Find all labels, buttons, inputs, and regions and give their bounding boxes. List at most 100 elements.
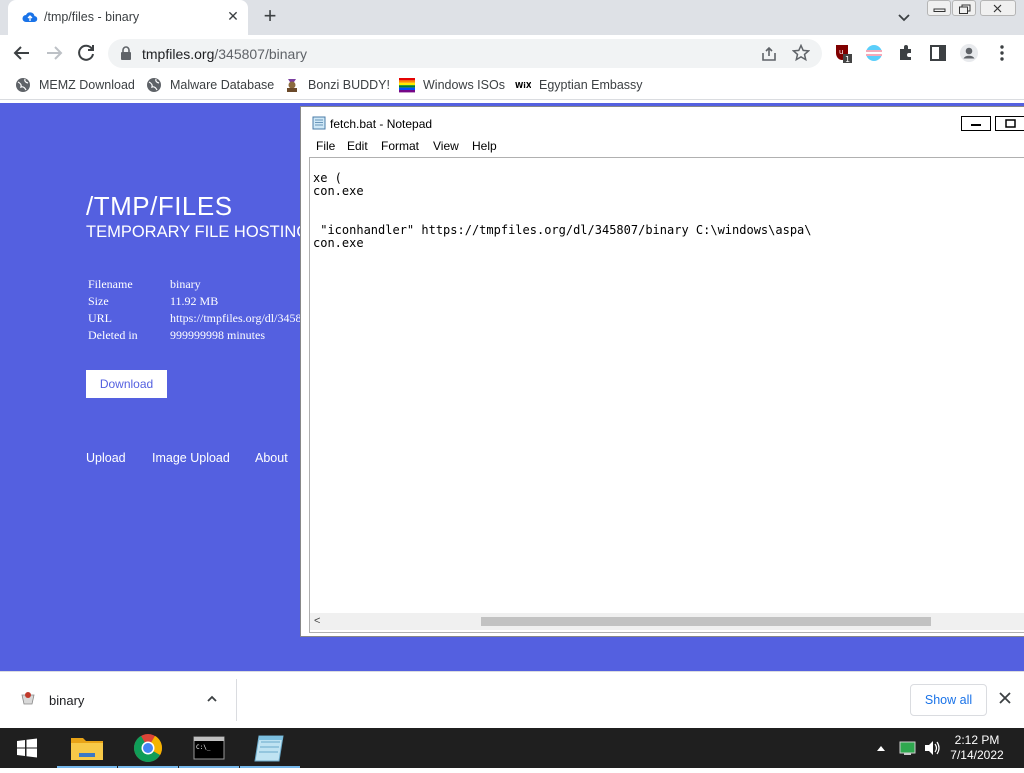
bonzi-icon (287, 79, 297, 92)
show-all-button[interactable]: Show all (910, 684, 987, 716)
site-subtitle: TEMPORARY FILE HOSTING (86, 223, 310, 241)
close-window-button[interactable] (980, 0, 1016, 16)
command-prompt-icon: C:\_ (193, 736, 225, 760)
bookmark-star-icon[interactable] (792, 44, 810, 62)
taskbar-chrome[interactable] (118, 728, 178, 768)
address-bar[interactable]: tmpfiles.org/345807/binary (108, 39, 822, 68)
clock-time: 2:12 PM (954, 733, 1000, 747)
info-value: 11.92 MB (170, 294, 219, 308)
bookmark-malware-database[interactable]: Malware Database (146, 76, 274, 94)
volume-icon[interactable] (922, 728, 942, 768)
windows-start-icon (17, 738, 37, 758)
downloaded-file-icon (21, 692, 35, 705)
bookmark-label: Malware Database (170, 78, 275, 92)
clock-date: 7/14/2022 (950, 748, 1004, 762)
menu-edit[interactable]: Edit (347, 139, 368, 153)
side-panel-icon[interactable] (928, 43, 948, 63)
bookmark-bonzi-buddy[interactable]: Bonzi BUDDY! (284, 76, 390, 94)
info-key: Size (88, 294, 109, 308)
info-value: 999999998 minutes (170, 328, 265, 342)
site-title: /TMP/FILES (86, 191, 233, 221)
notepad-app-icon (312, 116, 326, 130)
tab-strip: /tmp/files - binary ✕ + (0, 0, 1024, 35)
svg-text:u: u (839, 48, 843, 56)
ublock-shield-icon[interactable]: u 1 (833, 43, 853, 63)
address-url[interactable]: tmpfiles.org/345807/binary (142, 46, 307, 62)
close-shelf-icon[interactable] (998, 691, 1012, 705)
download-shelf: binary Show all (0, 671, 1024, 728)
url-path: /345807/binary (214, 46, 307, 62)
menu-file[interactable]: File (316, 139, 335, 153)
minimize-window-button[interactable] (927, 0, 951, 16)
lock-icon[interactable] (120, 46, 132, 60)
reload-icon[interactable] (74, 41, 98, 65)
chrome-menu-icon[interactable] (992, 43, 1012, 63)
notepad-maximize-button[interactable] (995, 116, 1024, 131)
scroll-left-arrow-icon[interactable]: < (314, 615, 320, 627)
tmpfiles-favicon-icon (22, 12, 38, 23)
back-arrow-icon[interactable] (10, 41, 34, 65)
taskbar-file-explorer[interactable] (57, 728, 117, 768)
extension-badge: 1 (845, 55, 850, 63)
info-key: Filename (88, 277, 133, 291)
upload-link[interactable]: Upload (86, 451, 126, 465)
menu-view[interactable]: View (433, 139, 459, 153)
browser-toolbar: tmpfiles.org/345807/binary u 1 (0, 35, 1024, 70)
notepad-icon (254, 735, 284, 762)
info-key: Deleted in (88, 328, 138, 342)
svg-text:WiX: WiX (515, 81, 531, 90)
file-explorer-icon (71, 738, 103, 760)
chrome-icon (134, 734, 162, 762)
download-button[interactable]: Download (86, 370, 167, 398)
bookmark-memz-download[interactable]: MEMZ Download (15, 76, 135, 94)
notepad-text-area[interactable]: xe ( con.exe "iconhandler" https://tmpfi… (309, 157, 1024, 633)
menu-format[interactable]: Format (381, 139, 419, 153)
menu-help[interactable]: Help (472, 139, 497, 153)
restore-window-button[interactable] (952, 0, 976, 16)
tab-title: /tmp/files - binary (44, 10, 140, 24)
scrollbar-thumb[interactable] (481, 617, 931, 626)
horizontal-scrollbar[interactable]: < (310, 613, 1024, 630)
extensions-puzzle-icon[interactable] (896, 43, 916, 63)
show-hidden-icons-icon[interactable] (874, 728, 888, 768)
url-host: tmpfiles.org (142, 46, 215, 62)
maximize-icon (1005, 119, 1016, 128)
windows-taskbar: C:\_ 2:12 PM 7/14/2022 (0, 728, 1024, 768)
network-icon[interactable] (898, 728, 918, 768)
trans-flag-extension-icon[interactable] (864, 43, 884, 63)
system-clock[interactable]: 2:12 PM 7/14/2022 (942, 733, 1012, 763)
notepad-menu-bar: File Edit Format View Help (301, 137, 1024, 157)
new-tab-button[interactable]: + (258, 5, 282, 29)
shelf-divider (236, 679, 237, 721)
bookmark-label: Egyptian Embassy (539, 78, 643, 92)
notepad-minimize-button[interactable] (961, 116, 991, 131)
forward-arrow-icon[interactable] (42, 41, 66, 65)
profile-avatar-icon[interactable] (959, 43, 979, 63)
notepad-titlebar[interactable]: fetch.bat - Notepad (301, 107, 1024, 137)
start-button[interactable] (0, 728, 54, 768)
svg-text:C:\_: C:\_ (196, 744, 211, 751)
info-key: URL (88, 311, 112, 325)
close-icon (993, 4, 1002, 13)
browser-tab[interactable]: /tmp/files - binary ✕ (8, 0, 248, 35)
wix-icon: WiX (515, 81, 531, 90)
notepad-content[interactable]: xe ( con.exe "iconhandler" https://tmpfi… (313, 172, 812, 250)
bookmark-windows-isos[interactable]: Windows ISOs (399, 76, 505, 94)
bookmark-label: Bonzi BUDDY! (308, 78, 390, 92)
notepad-window: fetch.bat - Notepad File Edit Format Vie… (300, 106, 1024, 637)
notepad-title: fetch.bat - Notepad (330, 117, 433, 131)
taskbar-command-prompt[interactable]: C:\_ (179, 728, 239, 768)
tab-search-chevron-icon[interactable] (892, 8, 916, 28)
bookmark-label: Windows ISOs (423, 78, 505, 92)
downloaded-file-name[interactable]: binary (49, 693, 84, 708)
taskbar-notepad[interactable] (240, 728, 300, 768)
about-link[interactable]: About (255, 451, 288, 465)
bookmark-label: MEMZ Download (39, 78, 135, 92)
share-icon[interactable] (760, 45, 778, 63)
minimize-icon (933, 8, 946, 12)
bookmark-egyptian-embassy[interactable]: WiX Egyptian Embassy (515, 76, 643, 94)
tab-close-icon[interactable]: ✕ (224, 7, 242, 25)
chevron-up-icon[interactable] (205, 692, 219, 706)
info-value: binary (170, 277, 201, 291)
image-upload-link[interactable]: Image Upload (152, 451, 230, 465)
